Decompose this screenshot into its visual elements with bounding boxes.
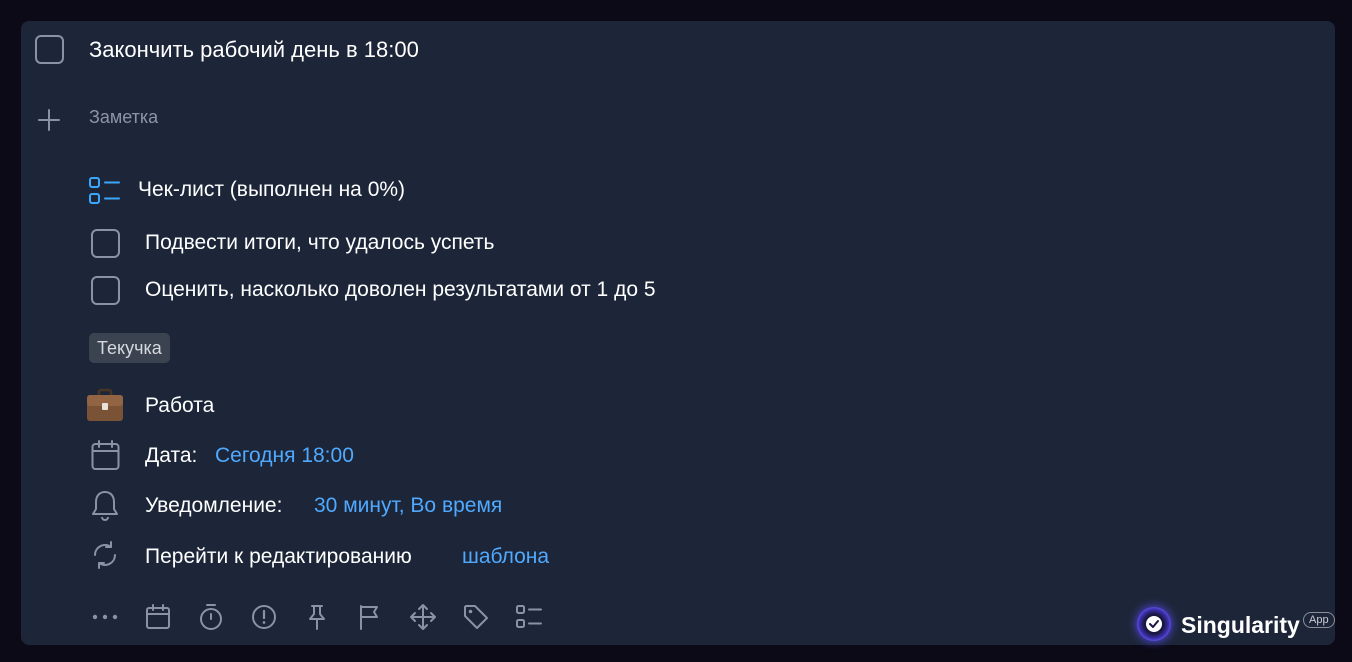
date-value-link[interactable]: Сегодня 18:00 (215, 444, 354, 468)
bell-icon (91, 489, 119, 521)
calendar-icon[interactable] (144, 603, 172, 631)
more-icon[interactable] (91, 603, 119, 631)
plus-icon[interactable] (37, 108, 61, 132)
briefcase-icon (85, 387, 125, 423)
flag-icon[interactable] (356, 603, 384, 631)
brand-badge: App (1303, 612, 1335, 628)
date-label: Дата: (145, 444, 198, 467)
priority-icon[interactable] (250, 603, 278, 631)
template-label: Перейти к редактированию (145, 545, 412, 568)
tag-icon[interactable] (462, 603, 490, 631)
tag-badge[interactable]: Текучка (89, 333, 170, 363)
task-title[interactable]: Закончить рабочий день в 18:00 (89, 37, 419, 63)
notification-label: Уведомление: (145, 494, 283, 517)
template-link[interactable]: шаблона (462, 545, 549, 569)
project-label[interactable]: Работа (145, 394, 214, 418)
move-icon[interactable] (409, 603, 437, 631)
checklist-item-checkbox[interactable] (91, 276, 120, 305)
checklist-icon[interactable] (515, 603, 543, 631)
checklist-icon (88, 176, 122, 206)
task-complete-checkbox[interactable] (35, 35, 64, 64)
notification-value-link[interactable]: 30 минут, Во время (314, 494, 502, 518)
note-input[interactable]: Заметка (89, 107, 158, 128)
singularity-logo (1137, 607, 1171, 641)
calendar-icon (91, 440, 120, 471)
timer-icon[interactable] (197, 603, 225, 631)
repeat-icon (91, 540, 119, 570)
checklist-item-label[interactable]: Подвести итоги, что удалось успеть (145, 231, 494, 255)
pin-icon[interactable] (303, 603, 331, 631)
brand-name: Singularity (1181, 612, 1300, 638)
checklist-header: Чек-лист (выполнен на 0%) (138, 178, 406, 201)
task-card: Закончить рабочий день в 18:00 Заметка Ч… (21, 21, 1335, 645)
checklist-item-checkbox[interactable] (91, 229, 120, 258)
checklist-item-label[interactable]: Оценить, насколько доволен результатами … (145, 278, 656, 302)
